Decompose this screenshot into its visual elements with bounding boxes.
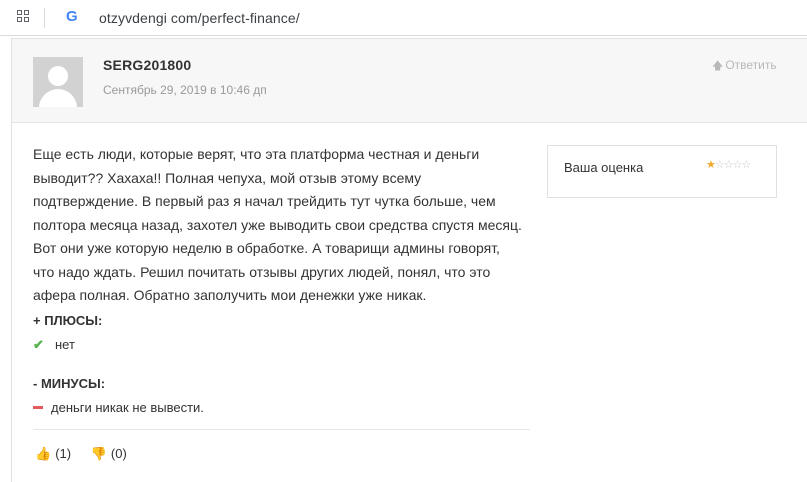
pros-item: ✔ нет [33, 337, 75, 353]
cons-item-text: деньги никак не вывести. [51, 400, 204, 415]
star-icon[interactable]: ☆ [724, 159, 734, 171]
like-button[interactable]: 👍 (1) [35, 446, 71, 462]
cons-title: - МИНУСЫ: [33, 376, 106, 391]
avatar-body-shape [39, 89, 77, 107]
rating-box: Ваша оценка ★☆☆☆☆ [547, 145, 777, 198]
avatar [33, 57, 83, 107]
star-rating[interactable]: ★☆☆☆☆ [706, 158, 752, 171]
like-count: (1) [55, 446, 72, 461]
address-bar: G otzyvdengi com/perfect-finance/ [0, 0, 807, 36]
dislike-button[interactable]: 👎 (0) [91, 446, 127, 462]
star-icon[interactable]: ☆ [733, 159, 743, 171]
divider [33, 429, 530, 430]
reply-label: Ответить [725, 58, 777, 72]
pros-title: + ПЛЮСЫ: [33, 313, 103, 328]
author-name: SERG201800 [103, 57, 192, 73]
thumbs-up-icon: 👍 [35, 446, 52, 461]
thumbs-down-icon: 👎 [90, 446, 107, 461]
url-text[interactable]: otzyvdengi com/perfect-finance/ [99, 10, 300, 26]
star-icon[interactable]: ☆ [715, 159, 725, 171]
cons-item: деньги никак не вывести. [33, 400, 204, 415]
rating-label: Ваша оценка [564, 160, 644, 175]
star-icon[interactable]: ★ [706, 159, 716, 171]
review-date: Сентябрь 29, 2019 в 10:46 дп [103, 83, 267, 97]
arrow-up-icon: 🡅 [712, 60, 724, 72]
review-body: Еще есть люди, которые верят, что эта пл… [33, 146, 522, 303]
apps-grid-icon[interactable] [17, 10, 30, 23]
avatar-head-shape [48, 66, 68, 86]
dislike-count: (0) [110, 446, 127, 461]
review-card: SERG201800 Сентябрь 29, 2019 в 10:46 дп … [11, 38, 807, 482]
address-separator [44, 8, 45, 28]
google-g-icon: G [66, 8, 78, 25]
check-icon: ✔ [33, 337, 44, 352]
star-icon[interactable]: ☆ [742, 159, 752, 171]
review-header: SERG201800 Сентябрь 29, 2019 в 10:46 дп … [12, 39, 807, 123]
vote-bar: 👍 (1) 👎 (0) [35, 446, 143, 462]
minus-icon [33, 406, 43, 410]
reply-button[interactable]: 🡅 Ответить [712, 57, 777, 76]
pros-item-text: нет [55, 337, 75, 352]
